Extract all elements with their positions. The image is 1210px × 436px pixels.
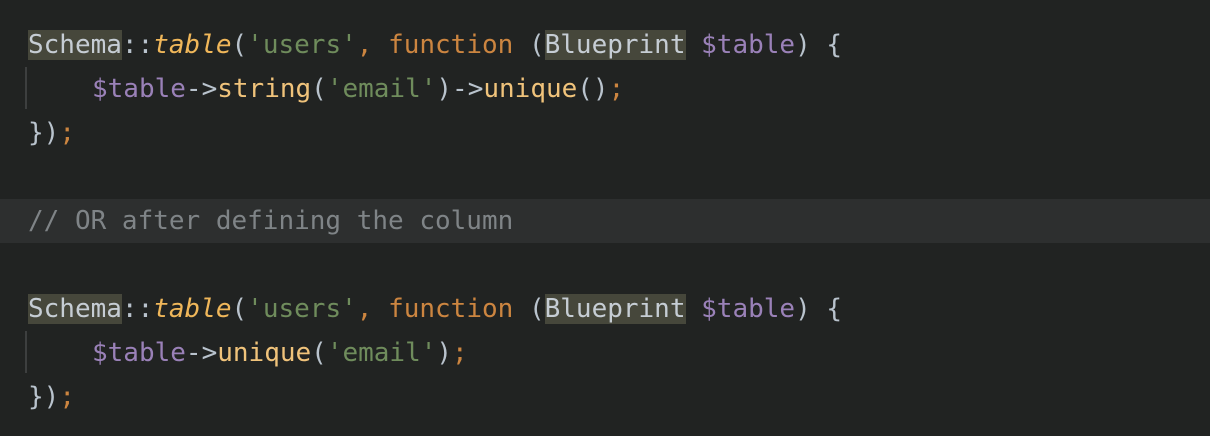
string-literal: 'users' <box>247 294 357 324</box>
comment: // OR after defining the column <box>28 206 514 236</box>
code-line[interactable]: Schema::table('users', function (Bluepri… <box>0 23 1210 67</box>
paren: ( <box>528 30 545 60</box>
code-line[interactable]: }); <box>0 111 1210 155</box>
arrow-operator: )-> <box>436 74 484 104</box>
variable: $table <box>701 30 796 60</box>
paren: ( <box>231 294 248 324</box>
class-name: Schema <box>28 30 122 60</box>
comma: , <box>356 294 373 324</box>
closing-brace: }) <box>28 382 60 412</box>
paren: ( <box>528 294 545 324</box>
paren: ( <box>311 338 327 368</box>
method-call: unique <box>483 74 578 104</box>
scope-operator: :: <box>121 30 154 60</box>
variable: $table <box>92 338 186 368</box>
static-method: table <box>153 294 232 324</box>
string-literal: 'email' <box>326 338 437 368</box>
code-line[interactable]: }); <box>0 375 1210 419</box>
paren: () <box>577 74 609 104</box>
variable: $table <box>92 74 186 104</box>
paren: ( <box>311 74 327 104</box>
static-method: table <box>153 30 232 60</box>
arrow-operator: -> <box>185 338 218 368</box>
variable: $table <box>701 294 796 324</box>
method-call: string <box>217 74 312 104</box>
code-line-current[interactable]: // OR after defining the column <box>0 199 1210 243</box>
code-line[interactable]: $table->string('email')->unique(); <box>0 67 1210 111</box>
closing-brace: }) <box>28 118 60 148</box>
keyword: function <box>388 30 514 60</box>
comma: , <box>356 30 373 60</box>
string-literal: 'email' <box>326 74 437 104</box>
closing-brace: ) { <box>795 294 843 324</box>
code-line[interactable]: $table->unique('email'); <box>0 331 1210 375</box>
method-call: unique <box>217 338 312 368</box>
type-name: Blueprint <box>544 30 686 60</box>
closing-brace: ) { <box>795 30 843 60</box>
semicolon: ; <box>452 338 468 368</box>
code-editor[interactable]: Schema::table('users', function (Bluepri… <box>0 0 1210 436</box>
semicolon: ; <box>59 382 75 412</box>
code-line[interactable]: Schema::table('users', function (Bluepri… <box>0 287 1210 331</box>
paren: ( <box>231 30 248 60</box>
string-literal: 'users' <box>247 30 357 60</box>
type-name: Blueprint <box>544 294 686 324</box>
keyword: function <box>388 294 514 324</box>
class-name: Schema <box>28 294 122 324</box>
arrow-operator: -> <box>185 74 218 104</box>
semicolon: ; <box>59 118 75 148</box>
semicolon: ; <box>608 74 625 104</box>
paren: ) <box>436 338 453 368</box>
scope-operator: :: <box>121 294 154 324</box>
